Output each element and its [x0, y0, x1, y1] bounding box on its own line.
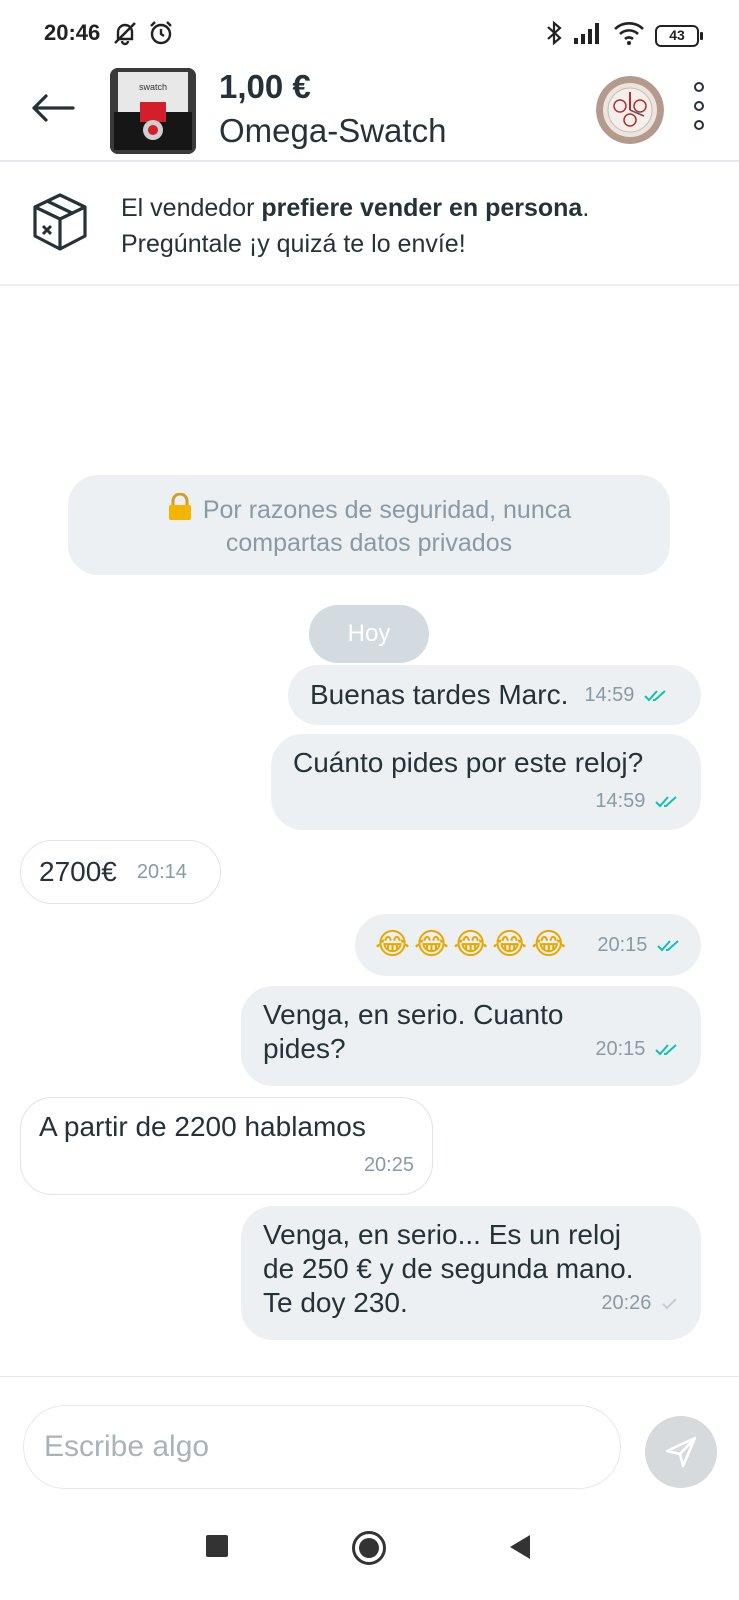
message-text-line1: Venga, en serio. Cuanto — [263, 999, 564, 1030]
message-time: 20:14 — [136, 861, 187, 883]
dot-icon — [694, 82, 704, 92]
package-icon — [32, 192, 88, 257]
message-time-text: 20:15 — [595, 1038, 646, 1060]
message-bubble-out[interactable]: 😂😂😂😂😂 20:15 — [355, 914, 701, 976]
message-bubble-out[interactable]: Venga, en serio... Es un reloj de 250 € … — [241, 1206, 701, 1340]
bluetooth-icon — [545, 20, 563, 51]
read-ticks-icon — [655, 1043, 677, 1056]
message-text: Buenas tardes Marc. — [310, 679, 569, 710]
thumb-label: swatch — [139, 82, 167, 92]
signal-icon — [573, 21, 603, 50]
message-bubble-in[interactable]: A partir de 2200 hablamos 20:25 — [20, 1097, 433, 1195]
product-photo: swatch — [110, 68, 196, 154]
sent-tick-icon — [662, 1298, 677, 1310]
triangle-back-icon — [510, 1535, 530, 1559]
chat-header: swatch 1,00 € Omega-Swatch — [0, 64, 739, 162]
message-text: 2700€ — [39, 856, 117, 887]
product-name[interactable]: Omega-Swatch — [219, 112, 446, 150]
message-time: 20:15 — [597, 928, 681, 962]
battery-indicator: 43 — [655, 24, 703, 47]
product-price[interactable]: 1,00 € — [219, 68, 311, 106]
read-ticks-icon — [644, 689, 666, 702]
security-notice: Por razones de seguridad, nunca comparta… — [68, 475, 670, 575]
message-input[interactable] — [23, 1405, 621, 1489]
send-icon — [665, 1436, 697, 1468]
home-button[interactable] — [351, 1530, 387, 1571]
status-time: 20:46 — [44, 20, 101, 45]
message-time: 14:59 — [584, 678, 668, 712]
product-thumbnail[interactable]: swatch — [110, 68, 196, 154]
message-text: A partir de 2200 hablamos — [39, 1111, 366, 1142]
message-time-text: 20:26 — [601, 1292, 652, 1314]
chat-messages[interactable]: Por razones de seguridad, nunca comparta… — [0, 288, 739, 1376]
status-right-icons: 43 — [545, 20, 703, 51]
message-text: Cuánto pides por este reloj? — [293, 747, 644, 778]
message-time: 20:25 — [363, 1154, 414, 1176]
message-time-text: 20:15 — [597, 934, 648, 956]
message-time-text: 14:59 — [584, 684, 635, 706]
info-line1-bold: prefiere vender en persona — [261, 194, 583, 222]
bell-off-icon — [112, 20, 138, 51]
info-line2: Pregúntale ¡y quizá te lo envíe! — [121, 230, 466, 258]
info-line1-prefix: El vendedor — [121, 194, 262, 222]
recents-button[interactable] — [205, 1534, 229, 1563]
send-button[interactable] — [645, 1416, 717, 1488]
alarm-icon — [148, 20, 174, 51]
circle-icon — [352, 1531, 386, 1565]
dot-icon — [694, 101, 704, 111]
security-line2: compartas datos privados — [225, 528, 513, 557]
message-text-line2: de 250 € y de segunda mano. — [263, 1253, 634, 1284]
message-time-text: 14:59 — [595, 790, 646, 812]
arrow-left-icon — [32, 94, 75, 122]
square-icon — [206, 1535, 228, 1557]
back-nav-button[interactable] — [508, 1534, 532, 1565]
shipping-info-banner: El vendedor prefiere vender en persona. … — [0, 164, 739, 286]
message-bubble-out[interactable]: Cuánto pides por este reloj? 14:59 — [271, 734, 701, 830]
wifi-icon — [613, 21, 645, 50]
message-time: 20:26 — [601, 1286, 679, 1320]
message-bubble-in[interactable]: 2700€ 20:14 — [20, 840, 221, 904]
message-text-line2: pides? — [263, 1033, 346, 1064]
message-bubble-out[interactable]: Venga, en serio. Cuanto pides? 20:15 — [241, 986, 701, 1086]
message-bubble-out[interactable]: Buenas tardes Marc. 14:59 — [288, 665, 701, 725]
read-ticks-icon — [657, 939, 679, 952]
back-button[interactable] — [28, 86, 78, 130]
watch-avatar-image — [596, 76, 664, 144]
dot-icon — [694, 120, 704, 130]
more-options-button[interactable] — [687, 78, 711, 134]
message-time: 20:15 — [595, 1032, 679, 1066]
message-time: 14:59 — [293, 784, 679, 818]
info-line1-suffix: . — [582, 194, 590, 222]
read-ticks-icon — [655, 795, 677, 808]
security-line1: Por razones de seguridad, nunca — [202, 495, 572, 524]
message-composer — [0, 1376, 739, 1508]
seller-avatar[interactable] — [596, 76, 664, 144]
lock-icon — [167, 492, 193, 528]
message-text-line1: Venga, en serio... Es un reloj — [263, 1219, 621, 1250]
shipping-info-text: El vendedor prefiere vender en persona. … — [121, 190, 589, 262]
system-navigation-bar — [0, 1508, 739, 1600]
message-text: 😂😂😂😂😂 — [375, 927, 571, 962]
message-text-line3: Te doy 230. — [263, 1287, 408, 1318]
status-bar: 20:46 43 — [0, 0, 739, 64]
status-left-icons — [112, 20, 174, 51]
day-separator: Hoy — [309, 605, 429, 663]
